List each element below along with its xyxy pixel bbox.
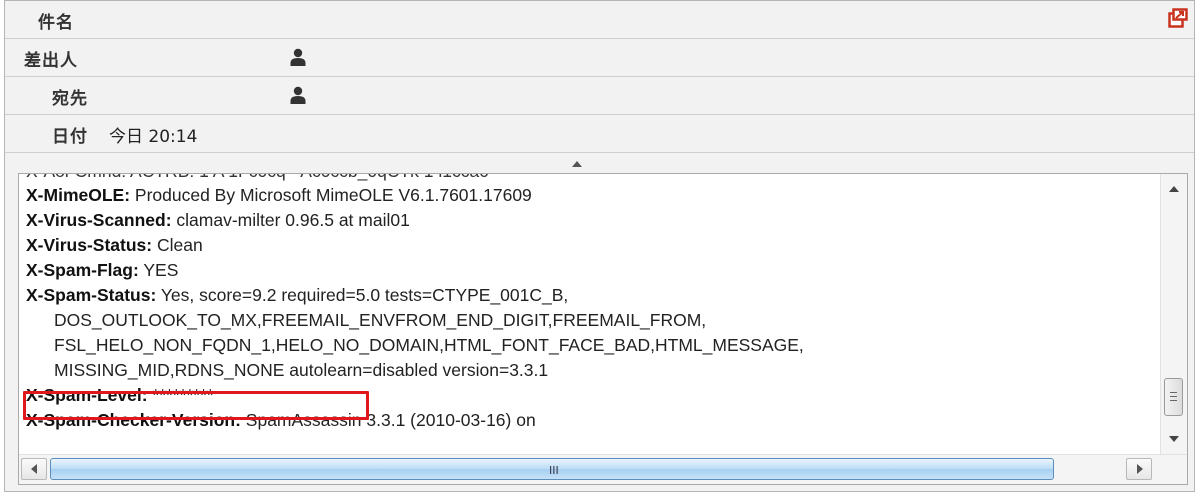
scroll-up-icon[interactable] xyxy=(1169,186,1179,192)
header-key: X-Virus-Status: xyxy=(26,235,153,255)
header-line: X-MimeOLE: Produced By Microsoft MimeOLE… xyxy=(26,184,532,206)
header-line-cut: X-Aol-Cmnd: ACTRB: 1 A 1Fc0cq - Ac0ccb_0… xyxy=(26,174,489,182)
person-icon[interactable] xyxy=(290,48,306,66)
to-row: 宛先 xyxy=(5,77,1194,115)
from-row: 差出人 xyxy=(5,39,1194,77)
person-icon[interactable] xyxy=(290,86,306,104)
header-key: X-Spam-Flag: xyxy=(26,260,139,280)
header-line: X-Virus-Status: Clean xyxy=(26,234,203,256)
header-line: X-Spam-Flag: YES xyxy=(26,259,178,281)
header-line: X-Spam-Status: Yes, score=9.2 required=5… xyxy=(26,284,568,306)
scroll-left-icon xyxy=(31,464,37,474)
header-value: Produced By Microsoft MimeOLE V6.1.7601.… xyxy=(130,185,532,205)
message-header-panel: 件名 差出人 宛先 日付 今日 20:14 X-Aol-Cmnd: ACTRB:… xyxy=(4,0,1195,492)
header-key: X-Spam-Status: xyxy=(26,285,157,305)
to-label: 宛先 xyxy=(52,89,88,109)
header-key: X-Virus-Scanned: xyxy=(26,210,172,230)
collapse-arrow-icon[interactable] xyxy=(572,161,582,167)
grip-line xyxy=(1170,400,1177,401)
header-value: clamav-milter 0.96.5 at mail01 xyxy=(171,210,410,230)
header-continuation: MISSING_MID,RDNS_NONE autolearn=disabled… xyxy=(54,360,549,380)
header-value: YES xyxy=(138,260,179,280)
vertical-scroll-thumb[interactable] xyxy=(1164,378,1183,416)
horizontal-scrollbar[interactable]: III xyxy=(19,454,1187,484)
header-line: X-Virus-Scanned: clamav-milter 0.96.5 at… xyxy=(26,209,410,231)
spam-level-highlight-box xyxy=(23,391,369,420)
grip-icon: III xyxy=(549,464,559,477)
scroll-right-icon xyxy=(1137,464,1143,474)
date-value: 今日 20:14 xyxy=(109,127,198,147)
from-label: 差出人 xyxy=(24,51,78,71)
header-value: Yes, score=9.2 required=5.0 tests=CTYPE_… xyxy=(156,285,569,305)
header-continuation: DOS_OUTLOOK_TO_MX,FREEMAIL_ENVFROM_END_D… xyxy=(54,310,707,330)
grip-line xyxy=(1170,392,1177,393)
subject-row: 件名 xyxy=(5,1,1194,39)
vertical-scrollbar[interactable] xyxy=(1160,174,1187,454)
scroll-down-icon[interactable] xyxy=(1169,436,1179,442)
collapse-toggle[interactable] xyxy=(5,156,1194,173)
header-continuation: FSL_HELO_NON_FQDN_1,HELO_NO_DOMAIN,HTML_… xyxy=(54,335,804,355)
horizontal-scroll-thumb[interactable]: III xyxy=(50,458,1054,480)
date-row: 日付 今日 20:14 xyxy=(5,115,1194,153)
header-value: Clean xyxy=(152,235,203,255)
scroll-right-button[interactable] xyxy=(1126,458,1152,480)
subject-label: 件名 xyxy=(38,13,74,33)
raw-headers-pane[interactable]: X-Aol-Cmnd: ACTRB: 1 A 1Fc0cq - Ac0ccb_0… xyxy=(18,173,1188,485)
popout-icon[interactable] xyxy=(1168,8,1188,28)
grip-line xyxy=(1170,396,1177,397)
scroll-left-button[interactable] xyxy=(21,458,47,480)
date-label: 日付 xyxy=(52,127,88,147)
header-key: X-MimeOLE: xyxy=(26,185,131,205)
